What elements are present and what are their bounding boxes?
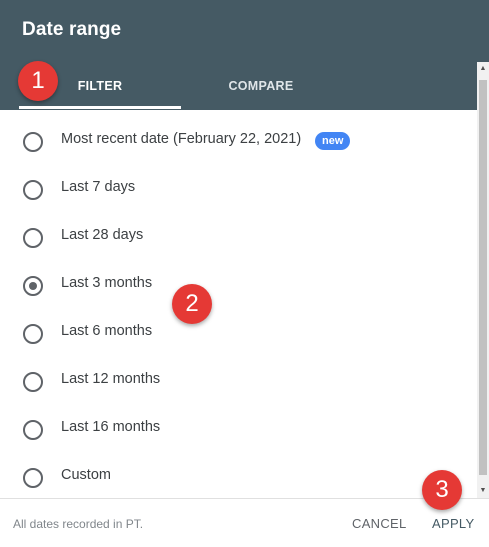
date-range-options: Most recent date (February 22, 2021) new… — [0, 110, 476, 498]
option-label: Last 7 days — [61, 179, 136, 195]
step-3-marker: 3 — [422, 470, 462, 510]
apply-button[interactable]: APPLY — [432, 516, 474, 531]
tab-compare[interactable]: COMPARE — [180, 64, 342, 110]
active-tab-indicator — [19, 106, 181, 109]
option-label: Last 28 days — [61, 227, 144, 243]
dialog-title: Date range — [22, 19, 122, 40]
radio-button[interactable] — [23, 324, 43, 344]
timezone-note: All dates recorded in PT. — [13, 517, 144, 531]
step-2-marker: 2 — [172, 284, 212, 324]
dialog-footer: All dates recorded in PT. CANCEL APPLY — [0, 498, 489, 547]
radio-button[interactable] — [23, 180, 43, 200]
radio-button[interactable] — [23, 420, 43, 440]
option-last-6-months[interactable]: Last 6 months — [0, 310, 476, 358]
radio-button[interactable] — [23, 468, 43, 488]
step-1-marker: 1 — [18, 61, 58, 101]
option-last-7-days[interactable]: Last 7 days — [0, 166, 476, 214]
scroll-down-arrow-icon[interactable]: ▼ — [477, 484, 489, 498]
option-label: Custom — [61, 467, 111, 483]
cancel-button[interactable]: CANCEL — [352, 516, 407, 531]
option-label: Last 3 months — [61, 275, 153, 291]
radio-button[interactable] — [23, 372, 43, 392]
option-label: Last 6 months — [61, 323, 153, 339]
option-label: Last 16 months — [61, 419, 161, 435]
option-last-12-months[interactable]: Last 12 months — [0, 358, 476, 406]
option-most-recent-date[interactable]: Most recent date (February 22, 2021) new — [0, 118, 476, 166]
option-last-16-months[interactable]: Last 16 months — [0, 406, 476, 454]
scrollbar[interactable]: ▲ ▼ — [477, 62, 489, 498]
new-badge: new — [315, 132, 351, 150]
option-label: Last 12 months — [61, 371, 161, 387]
scroll-up-arrow-icon[interactable]: ▲ — [477, 62, 489, 76]
date-range-dialog: Date range FILTER COMPARE Most recent da… — [0, 0, 489, 547]
dialog-header: Date range FILTER COMPARE — [0, 0, 489, 110]
option-label: Most recent date (February 22, 2021) — [61, 131, 302, 147]
radio-button[interactable] — [23, 228, 43, 248]
option-custom[interactable]: Custom — [0, 454, 476, 498]
scrollbar-thumb[interactable] — [479, 80, 487, 475]
option-last-3-months[interactable]: Last 3 months — [0, 262, 476, 310]
radio-button-checked[interactable] — [23, 276, 43, 296]
radio-button[interactable] — [23, 132, 43, 152]
option-last-28-days[interactable]: Last 28 days — [0, 214, 476, 262]
